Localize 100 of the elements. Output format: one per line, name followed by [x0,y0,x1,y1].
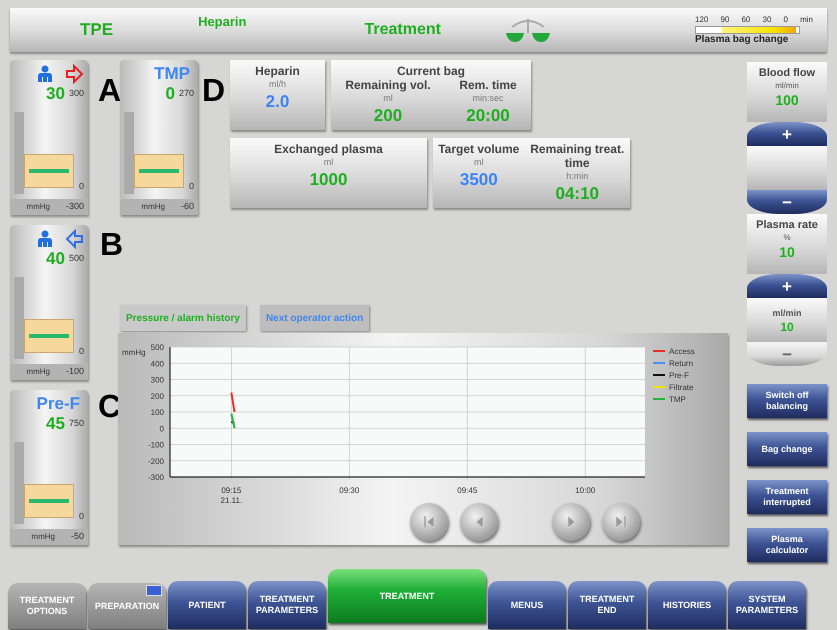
anticoagulant-label: Heparin [198,13,246,31]
nav-tab[interactable]: TREATMENT END [568,581,646,629]
scale-min: -300 [66,200,84,214]
y-tick-label: 200 [150,392,164,401]
scale-min: -100 [66,365,84,378]
action-button[interactable]: Switch off balancing [747,384,827,418]
scale-zero: 0 [78,180,84,192]
y-tick-label: -200 [148,456,164,466]
left-arrow-icon [65,229,84,249]
nav-tab[interactable]: SYSTEM PARAMETERS [728,581,806,629]
unit-label: ml/min [772,307,802,320]
pressure-marker [24,318,74,352]
panel-title: Heparin [255,64,300,78]
nav-tab[interactable]: PATIENT [168,581,246,629]
legend-label: Filtrate [669,383,694,392]
timer-tick: 90 [720,14,730,26]
decrease-button[interactable]: − [747,190,827,214]
x-tick-label: 10:00 [575,486,596,495]
unit-label: ml [324,156,334,169]
unit-label: ml/min [775,80,799,92]
gauge-title: Pre-F [36,394,80,414]
pressure-value: 0 [166,84,175,104]
action-button[interactable]: Plasma calculator [747,528,827,562]
prev-button[interactable] [460,503,498,541]
x-tick-label: 09:30 [339,486,360,495]
gauge-title: TMP [154,64,190,84]
x-tick-label: 09:15 [221,486,242,495]
legend-label: Pre-F [669,371,689,380]
x-tick-label: 09:45 [457,486,478,495]
prev-icon [474,515,484,529]
unit-label: ml [383,92,393,105]
section-letter: B [100,226,124,262]
unit-label: min:sec [472,92,504,105]
scale-max: 750 [68,416,84,430]
mode-label: TPE [80,19,114,42]
scale-min: -60 [180,200,194,214]
y-tick-label: -100 [148,440,164,450]
timer-tick: 30 [762,14,772,26]
person-icon [37,230,53,248]
control-value: 10 [779,244,795,260]
control-title: Plasma rate [756,218,818,232]
pressure-value: 30 [46,84,65,104]
unit-label: ml/h [268,78,286,91]
scale-max: 270 [178,86,194,100]
pressure-value: 40 [46,249,65,269]
legend-label: TMP [669,395,686,404]
date-label: 21.11. [220,496,242,505]
timer-unit: min [800,14,813,26]
person-icon [37,65,53,83]
next-button[interactable] [552,503,590,541]
legend-label: Access [669,347,695,356]
field-label: Remaining treat. time [530,142,625,170]
nav-tab[interactable]: TREATMENT PARAMETERS [248,581,326,629]
control-value: 100 [775,92,799,108]
timer-tick: 120 [695,14,708,26]
pressure-marker [134,154,184,188]
field-value: 3500 [460,170,498,190]
unit-label: mmHg [26,201,50,213]
pressure-value: 45 [46,414,65,434]
action-button[interactable]: Treatment interrupted [747,480,827,514]
last-button[interactable] [602,503,640,541]
y-tick-label: 0 [160,424,164,434]
field-value: 20:00 [466,106,510,126]
panel-title: Exchanged plasma [274,142,383,156]
scale-zero: 0 [188,180,194,192]
last-icon [615,515,627,529]
timer-label: Plasma bag change [695,34,790,46]
control-value: 10 [780,320,794,333]
legend-label: Return [669,359,694,368]
y-tick-label: 400 [150,359,164,368]
scale-min: -50 [70,530,84,544]
nav-tab[interactable]: HISTORIES [648,581,726,629]
field-label: Remaining vol. [345,78,431,92]
phase-title: Treatment [364,20,441,40]
timer-tick: 0 [784,14,788,26]
right-arrow-icon [65,64,84,84]
unit-label: mmHg [141,201,165,213]
unit-label: % [783,232,791,244]
field-value: 2.0 [266,92,290,112]
panel-title: Current bag [396,64,465,78]
pressure-marker [24,154,74,188]
nav-tab[interactable]: MENUS [488,581,566,629]
first-button[interactable] [410,503,448,541]
y-tick-label: 100 [150,408,164,417]
y-tick-label: 300 [150,376,164,384]
unit-label: mmHg [26,366,50,378]
field-value: 200 [374,106,402,126]
section-letter: D [202,72,226,108]
scale-max: 500 [68,252,84,264]
pressure-marker [24,484,74,518]
section-letter: A [98,72,122,108]
increase-button[interactable]: + [747,122,827,146]
increase-button[interactable]: + [747,274,827,298]
unit-label: h:min [566,170,588,183]
scale-max: 300 [68,86,84,100]
action-button[interactable]: Bag change [747,432,827,466]
field-label: Target volume [438,142,520,156]
section-letter: C [98,388,122,424]
y-axis-title: mmHg [122,348,146,357]
field-value: 1000 [310,170,348,190]
